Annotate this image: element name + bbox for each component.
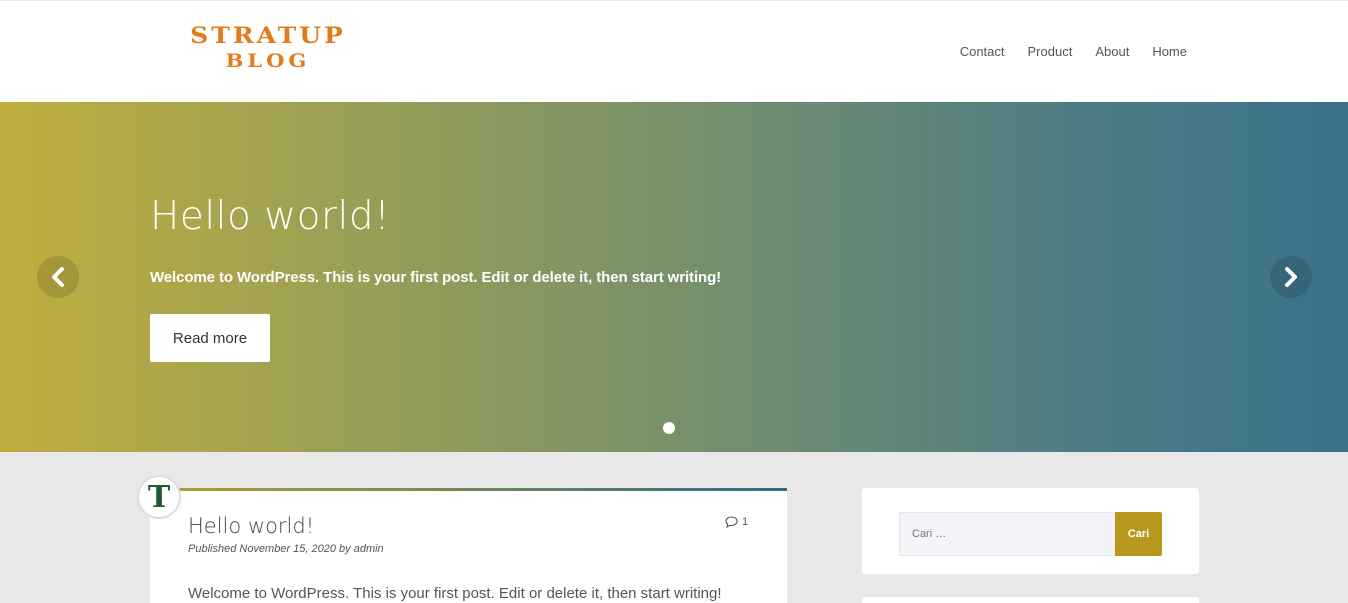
search-button[interactable]: Cari: [1115, 512, 1162, 556]
logo-line-2: BLOG: [225, 49, 311, 72]
post-meta: Published November 15, 2020 by admin: [188, 543, 384, 555]
avatar-letter: T: [147, 480, 171, 515]
logo-line-1: STRATUP: [190, 22, 346, 49]
slider-dot-active[interactable]: [663, 422, 675, 434]
nav-item-product[interactable]: Product: [1028, 44, 1073, 59]
slider-next-button[interactable]: [1270, 256, 1312, 298]
site-logo[interactable]: STRATUP BLOG: [168, 23, 368, 71]
site-header: STRATUP BLOG Contact Product About Home: [0, 0, 1348, 102]
post-comments-link[interactable]: 1: [725, 516, 748, 528]
comment-count: 1: [742, 516, 749, 528]
hero-text: Welcome to WordPress. This is your first…: [150, 269, 722, 286]
nav-item-contact[interactable]: Contact: [960, 44, 1005, 59]
hero-slider: Hello world! Welcome to WordPress. This …: [0, 102, 1348, 452]
post-title[interactable]: Hello world!: [188, 514, 314, 538]
search-input[interactable]: [899, 512, 1115, 556]
nav-item-about[interactable]: About: [1095, 44, 1129, 59]
chevron-right-icon: [1285, 267, 1297, 287]
main-nav: Contact Product About Home: [960, 44, 1187, 59]
post-excerpt: Welcome to WordPress. This is your first…: [188, 585, 722, 602]
read-more-button[interactable]: Read more: [150, 314, 270, 362]
comment-icon: [725, 516, 738, 528]
nav-item-home[interactable]: Home: [1152, 44, 1187, 59]
sidebar-widget-2: [862, 597, 1199, 603]
hero-title[interactable]: Hello world!: [150, 194, 390, 239]
avatar[interactable]: T: [137, 475, 181, 519]
chevron-left-icon: [52, 267, 64, 287]
slider-prev-button[interactable]: [37, 256, 79, 298]
